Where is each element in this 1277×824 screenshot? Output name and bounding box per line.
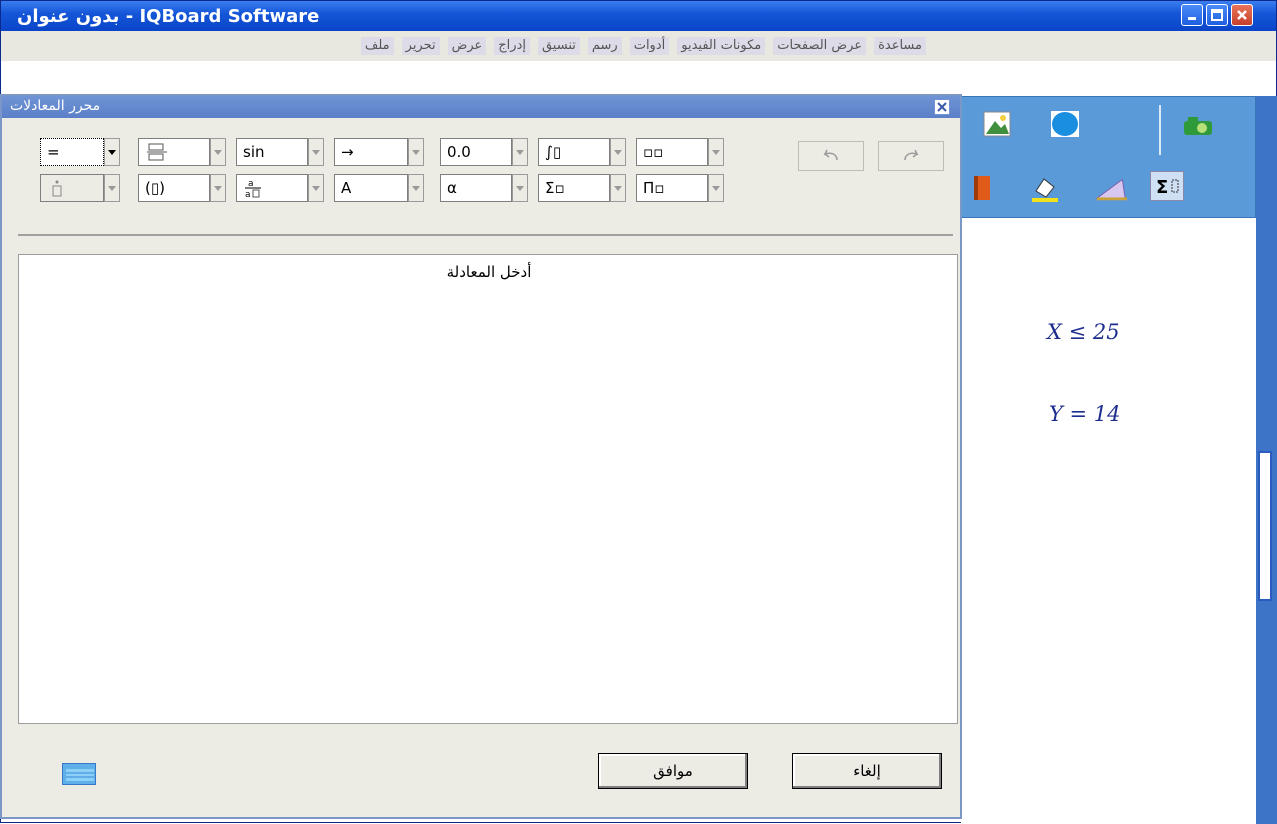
- dialog-close-button[interactable]: [934, 99, 950, 115]
- menu-help[interactable]: مساعدة: [874, 37, 926, 55]
- fraction-dropdown[interactable]: aa: [236, 174, 324, 202]
- keyboard-icon: [66, 769, 94, 781]
- product-dropdown[interactable]: Π̄▫: [636, 174, 724, 202]
- dialog-title: محرر المعادلات: [10, 98, 101, 114]
- svg-text:a: a: [245, 190, 251, 199]
- spacing-dropdown[interactable]: [138, 138, 226, 166]
- maximize-button[interactable]: [1206, 4, 1228, 26]
- whiteboard-canvas[interactable]: X ≤ 25 Y = 14: [961, 218, 1256, 824]
- redo-icon: [904, 149, 919, 161]
- svg-text:Σ: Σ: [1156, 177, 1168, 198]
- protractor-icon[interactable]: [1094, 173, 1128, 203]
- chevron-down-icon: [610, 174, 626, 202]
- close-button[interactable]: [1231, 4, 1253, 26]
- matrix-dropdown[interactable]: ▫▫: [636, 138, 724, 166]
- relation-dropdown[interactable]: =: [40, 138, 120, 166]
- spacing-icon: [138, 138, 210, 166]
- arrow-dropdown-value: →: [334, 138, 408, 166]
- keyboard-button[interactable]: [62, 763, 96, 785]
- ellipse-icon[interactable]: [1048, 109, 1082, 139]
- menu-file[interactable]: ملف: [360, 37, 394, 55]
- maximize-icon: [1211, 9, 1223, 21]
- decoration-dropdown[interactable]: 0.0: [440, 138, 528, 166]
- relation-dropdown-value: =: [40, 138, 104, 166]
- font-style-dropdown-value: A: [334, 174, 408, 202]
- matrix-dropdown-value: ▫▫: [636, 138, 708, 166]
- bracket-dropdown[interactable]: (▯): [138, 174, 226, 202]
- minimize-icon: [1188, 17, 1196, 20]
- menu-page-view[interactable]: عرض الصفحات: [773, 37, 867, 55]
- chevron-down-icon: [708, 138, 724, 166]
- chevron-down-icon: [408, 138, 424, 166]
- chevron-down-icon: [512, 138, 528, 166]
- redo-button[interactable]: [878, 141, 944, 171]
- camera-icon[interactable]: [1182, 111, 1216, 141]
- chevron-down-icon: [210, 174, 226, 202]
- chevron-down-icon: [308, 138, 324, 166]
- picture-icon[interactable]: [980, 109, 1014, 139]
- fraction-icon: aa: [236, 174, 308, 202]
- function-dropdown[interactable]: sin: [236, 138, 324, 166]
- equation-editor-dialog: محرر المعادلات = sin → 0.0 ∫▯ ▫▫ (▯) a a…: [0, 94, 962, 819]
- product-dropdown-value: Π̄▫: [636, 174, 708, 202]
- cancel-button[interactable]: إلغاء: [792, 753, 942, 789]
- menu-tools[interactable]: أدوات: [629, 37, 670, 55]
- toolbar-separator: [1159, 105, 1161, 155]
- chevron-down-icon: [408, 174, 424, 202]
- dialog-title-bar: محرر المعادلات: [2, 96, 960, 118]
- main-toolbar: Σ: [961, 96, 1256, 218]
- chevron-down-icon: [104, 138, 120, 166]
- chevron-down-icon: [104, 174, 120, 202]
- close-icon: [1237, 10, 1247, 20]
- sum-dropdown-value: Σ̄▫: [538, 174, 610, 202]
- integral-dropdown[interactable]: ∫▯: [538, 138, 626, 166]
- menu-insert[interactable]: إدراج: [494, 37, 530, 55]
- chevron-down-icon: [610, 138, 626, 166]
- ok-button[interactable]: موافق: [598, 753, 748, 789]
- integral-dropdown-value: ∫▯: [538, 138, 610, 166]
- menu-bar: مساعدة عرض الصفحات مكونات الفيديو أدوات …: [1, 31, 1276, 61]
- sum-dropdown[interactable]: Σ̄▫: [538, 174, 626, 202]
- book-icon[interactable]: [964, 173, 998, 203]
- undo-button[interactable]: [798, 141, 864, 171]
- paint-bucket-icon[interactable]: [1028, 173, 1062, 203]
- menu-edit[interactable]: تحرير: [401, 37, 440, 55]
- window-title: بدون عنوان - IQBoard Software: [17, 6, 320, 27]
- equation-editor-area[interactable]: أدخل المعادلة: [18, 254, 958, 724]
- sigma-icon[interactable]: Σ: [1150, 171, 1184, 201]
- chevron-down-icon: [708, 174, 724, 202]
- accent-icon: [40, 174, 104, 202]
- menu-view[interactable]: عرض: [447, 37, 487, 55]
- greek-dropdown-value: α: [440, 174, 512, 202]
- accent-dropdown[interactable]: [40, 174, 120, 202]
- decoration-dropdown-value: 0.0: [440, 138, 512, 166]
- undo-icon: [823, 149, 838, 161]
- greek-dropdown[interactable]: α: [440, 174, 528, 202]
- dialog-divider: [18, 234, 953, 236]
- chevron-down-icon: [512, 174, 528, 202]
- chevron-down-icon: [308, 174, 324, 202]
- close-icon: [937, 102, 947, 112]
- arrow-dropdown[interactable]: →: [334, 138, 424, 166]
- menu-video[interactable]: مكونات الفيديو: [677, 37, 766, 55]
- font-style-dropdown[interactable]: A: [334, 174, 424, 202]
- equation-1[interactable]: X ≤ 25: [1047, 320, 1120, 344]
- function-dropdown-value: sin: [236, 138, 308, 166]
- menu-draw[interactable]: رسم: [587, 37, 622, 55]
- editor-placeholder: أدخل المعادلة: [446, 263, 532, 281]
- chevron-down-icon: [210, 138, 226, 166]
- title-bar: بدون عنوان - IQBoard Software: [1, 1, 1276, 31]
- scrollbar-thumb[interactable]: [1258, 451, 1272, 601]
- menu-format[interactable]: تنسيق: [537, 37, 580, 55]
- bracket-dropdown-value: (▯): [138, 174, 210, 202]
- minimize-button[interactable]: [1181, 4, 1203, 26]
- equation-2[interactable]: Y = 14: [1049, 402, 1121, 426]
